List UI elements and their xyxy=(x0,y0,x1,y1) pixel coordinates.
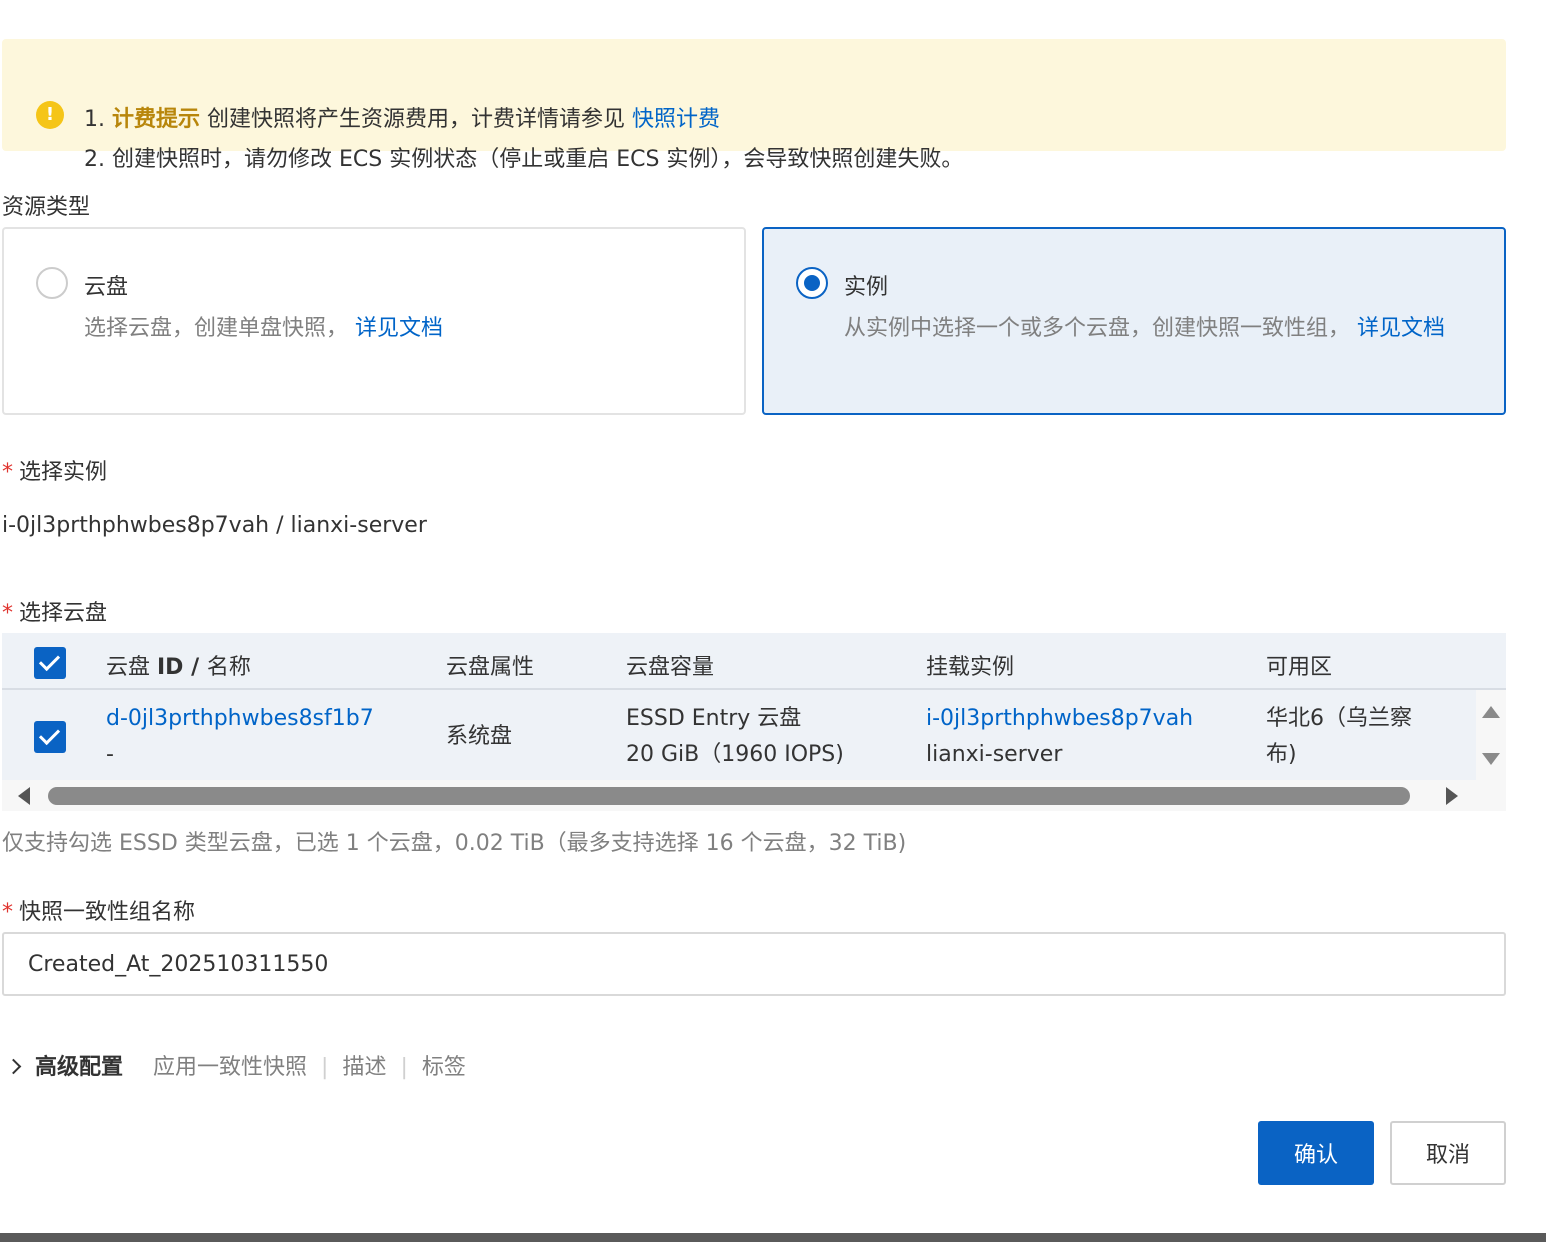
instance-name: lianxi-server xyxy=(926,742,1063,767)
row-checkbox[interactable] xyxy=(34,721,66,753)
required-mark: * xyxy=(2,601,13,626)
disk-selection-hint: 仅支持勾选 ESSD 类型云盘，已选 1 个云盘，0.02 TiB（最多支持选择… xyxy=(2,831,907,856)
group-name-label: * 快照一致性组名称 xyxy=(2,900,196,925)
resource-option-disk[interactable]: 云盘 选择云盘，创建单盘快照， 详见文档 xyxy=(2,227,746,415)
select-instance-label: * 选择实例 xyxy=(2,460,108,485)
table-header: 云盘 ID / 名称 云盘属性 云盘容量 挂载实例 可用区 xyxy=(2,633,1506,690)
docs-link-disk[interactable]: 详见文档 xyxy=(355,316,443,341)
notice-line-2: 2. 创建快照时，请勿修改 ECS 实例状态（停止或重启 ECS 实例），会导致… xyxy=(84,147,964,172)
select-all-checkbox[interactable] xyxy=(34,647,66,679)
scroll-up-arrow-icon[interactable] xyxy=(1482,706,1500,718)
radio-instance[interactable] xyxy=(796,267,828,299)
disk-id-link[interactable]: d-0jl3prthphwbes8sf1b7 xyxy=(106,701,374,737)
col-disk-id: 云盘 ID / 名称 xyxy=(106,655,251,680)
disk-attr-cell: 系统盘 xyxy=(446,724,513,749)
scroll-down-arrow-icon[interactable] xyxy=(1482,753,1500,765)
snapshot-billing-link[interactable]: 快照计费 xyxy=(632,107,720,132)
col-zone: 可用区 xyxy=(1266,655,1333,680)
zone-cell: 华北6（乌兰察 布) xyxy=(1266,706,1412,767)
select-disk-label: * 选择云盘 xyxy=(2,601,108,626)
required-mark: * xyxy=(2,900,13,925)
group-name-input[interactable] xyxy=(2,932,1506,996)
notice-bold-title: 计费提示 xyxy=(111,107,200,132)
radio-disk[interactable] xyxy=(36,267,68,299)
warning-icon: ! xyxy=(36,101,64,129)
selected-instance-value: i-0jl3prthphwbes8p7vah / lianxi-server xyxy=(2,513,427,538)
option-title: 云盘 xyxy=(84,275,129,300)
col-capacity: 云盘容量 xyxy=(626,655,715,680)
instance-id-link[interactable]: i-0jl3prthphwbes8p7vah xyxy=(926,701,1193,737)
option-desc: 选择云盘，创建单盘快照， 详见文档 xyxy=(84,316,444,341)
resource-type-label: 资源类型 xyxy=(2,195,91,220)
scroll-left-arrow-icon[interactable] xyxy=(18,787,30,805)
billing-notice: ! 1. 计费提示 创建快照将产生资源费用，计费详情请参见 快照计费 2. 创建… xyxy=(2,39,1506,172)
notice-line-1: 1. 计费提示 创建快照将产生资源费用，计费详情请参见 快照计费 xyxy=(84,107,721,132)
option-desc: 从实例中选择一个或多个云盘，创建快照一致性组， 详见文档 xyxy=(844,316,1446,341)
horizontal-scrollbar-thumb[interactable] xyxy=(48,787,1410,805)
table-row[interactable]: d-0jl3prthphwbes8sf1b7 - 系统盘 ESSD Entry … xyxy=(2,690,1476,780)
col-instance: 挂载实例 xyxy=(926,655,1015,680)
disk-name: - xyxy=(106,742,114,767)
docs-link-instance[interactable]: 详见文档 xyxy=(1357,316,1445,341)
confirm-button[interactable]: 确认 xyxy=(1258,1121,1374,1185)
disk-table: 云盘 ID / 名称 云盘属性 云盘容量 挂载实例 可用区 d-0jl3prth… xyxy=(2,633,1506,811)
chevron-right-icon xyxy=(5,1058,22,1075)
advanced-config-toggle[interactable]: 高级配置 应用一致性快照 | 描述 | 标签 xyxy=(4,1049,466,1081)
disk-id-cell: d-0jl3prthphwbes8sf1b7 - xyxy=(106,701,374,773)
window-bottom-edge xyxy=(0,1233,1546,1242)
cancel-button[interactable]: 取消 xyxy=(1390,1121,1506,1185)
resource-option-instance[interactable]: 实例 从实例中选择一个或多个云盘，创建快照一致性组， 详见文档 xyxy=(762,227,1506,415)
scroll-right-arrow-icon[interactable] xyxy=(1446,787,1458,805)
col-attr: 云盘属性 xyxy=(446,655,535,680)
option-title: 实例 xyxy=(844,275,889,300)
required-mark: * xyxy=(2,460,13,485)
disk-capacity-cell: ESSD Entry 云盘 20 GiB（1960 IOPS) xyxy=(626,706,844,767)
mounted-instance-cell: i-0jl3prthphwbes8p7vah lianxi-server xyxy=(926,701,1193,773)
